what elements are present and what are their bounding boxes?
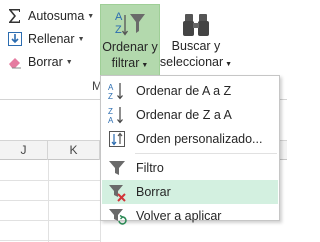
svg-text:Z: Z	[108, 107, 113, 116]
find-select-line2: seleccionar ▼	[159, 55, 233, 69]
custom-sort-icon	[102, 129, 132, 149]
fill-label: Rellenar	[28, 32, 75, 46]
grid-line	[0, 180, 100, 181]
sort-a-to-z-icon: A Z	[102, 81, 132, 101]
clear-button[interactable]: Borrar ▼	[6, 51, 73, 73]
autosum-button[interactable]: Autosuma ▼	[6, 5, 94, 27]
reapply-filter-icon	[102, 206, 132, 226]
sort-filter-line1: Ordenar y	[102, 40, 158, 54]
sort-filter-line2: filtrar ▼	[111, 56, 149, 70]
menu-item-sort-a-to-z[interactable]: A Z Ordenar de A a Z	[102, 79, 278, 103]
menu-item-label: Volver a aplicar	[136, 209, 222, 223]
eraser-icon	[6, 53, 24, 71]
chevron-down-icon: ▼	[141, 62, 149, 69]
menu-item-label: Orden personalizado...	[136, 132, 263, 146]
menu-item-clear-filter[interactable]: Borrar	[102, 180, 278, 204]
menu-item-sort-z-to-a[interactable]: Z A Ordenar de Z a A	[102, 103, 278, 127]
column-header-j[interactable]: J	[0, 141, 48, 160]
menu-item-label: Borrar	[136, 185, 171, 199]
menu-item-label: Ordenar de Z a A	[136, 108, 232, 122]
sort-filter-icon: A Z	[113, 5, 147, 39]
menu-item-custom-sort[interactable]: Orden personalizado...	[102, 127, 278, 151]
svg-text:Z: Z	[115, 24, 122, 36]
grid-line	[0, 200, 100, 201]
chevron-down-icon[interactable]: ▼	[87, 13, 94, 20]
menu-separator	[135, 153, 277, 154]
menu-item-label: Ordenar de A a Z	[136, 84, 232, 98]
menu-item-label: Filtro	[136, 161, 164, 175]
grid-line	[0, 240, 100, 241]
column-header-k[interactable]: K	[48, 141, 100, 160]
svg-text:A: A	[108, 83, 114, 92]
clear-filter-icon	[102, 182, 132, 202]
filter-icon	[102, 158, 132, 178]
clear-label: Borrar	[28, 55, 63, 69]
grid-line	[48, 160, 49, 242]
menu-item-filter[interactable]: Filtro	[102, 156, 278, 180]
sort-z-to-a-icon: Z A	[102, 105, 132, 125]
fill-down-icon	[6, 30, 24, 48]
find-and-select-button[interactable]: Buscar y seleccionar ▼	[159, 4, 233, 76]
binoculars-icon	[181, 4, 211, 38]
menu-item-reapply[interactable]: Volver a aplicar	[102, 204, 278, 228]
find-select-line1: Buscar y	[171, 39, 221, 53]
chevron-down-icon[interactable]: ▼	[66, 59, 73, 66]
sigma-icon	[6, 7, 24, 25]
sort-filter-menu: A Z Ordenar de A a Z Z A Ordenar de Z a …	[100, 75, 280, 225]
grid-line	[0, 220, 100, 221]
chevron-down-icon: ▼	[225, 61, 233, 68]
fill-button[interactable]: Rellenar ▼	[6, 28, 85, 50]
svg-text:A: A	[115, 11, 123, 23]
sort-and-filter-button[interactable]: A Z Ordenar y filtrar ▼	[100, 4, 160, 76]
svg-text:Z: Z	[108, 92, 113, 101]
svg-text:A: A	[108, 116, 114, 125]
chevron-down-icon[interactable]: ▼	[78, 36, 85, 43]
autosum-label: Autosuma	[28, 9, 85, 23]
